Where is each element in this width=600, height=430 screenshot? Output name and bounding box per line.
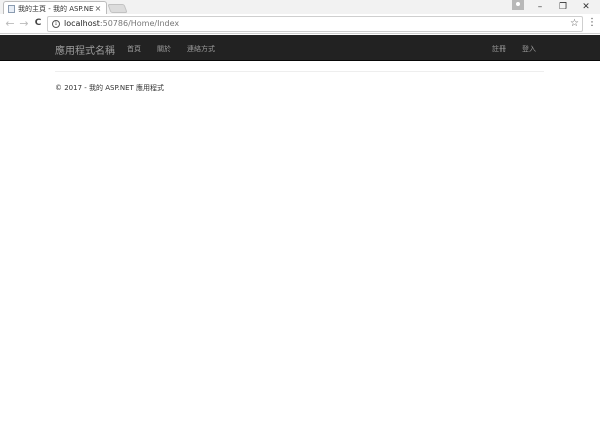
tab-title: 我的主頁 - 我的 ASP.NET [18,4,94,13]
browser-tab[interactable]: 我的主頁 - 我的 ASP.NET × [3,1,107,15]
url-text[interactable]: localhost:50786/Home/Index [64,18,179,30]
address-bar[interactable]: i localhost:50786/Home/Index ☆ [47,16,583,32]
new-tab-button[interactable] [107,4,128,13]
bookmark-star-icon[interactable]: ☆ [570,18,579,29]
footer-divider [55,71,544,72]
forward-button[interactable]: → [18,17,30,30]
browser-menu-icon[interactable]: ⋮ [587,17,597,29]
url-host: localhost [64,19,100,28]
url-path: :50786/Home/Index [99,19,180,28]
nav-link-login[interactable]: 登入 [522,44,536,54]
browser-toolbar: ← → C i localhost:50786/Home/Index ☆ ⋮ [0,14,600,34]
tab-close-icon[interactable]: × [94,4,102,13]
reload-button[interactable]: C [32,17,44,30]
back-button[interactable]: ← [4,17,16,30]
site-navbar: 應用程式名稱 首頁 關於 連絡方式 註冊 登入 [0,35,600,61]
nav-link-contact[interactable]: 連絡方式 [187,44,215,54]
nav-link-home[interactable]: 首頁 [127,44,141,54]
navbar-brand[interactable]: 應用程式名稱 [55,42,115,57]
site-info-icon[interactable]: i [52,20,60,28]
window-close-button[interactable]: ✕ [575,0,597,13]
profile-icon[interactable] [512,0,524,10]
page-favicon-icon [8,4,15,13]
minimize-button[interactable]: – [529,0,551,13]
browser-titlebar: 我的主頁 - 我的 ASP.NET × – ❐ ✕ [0,0,600,15]
restore-button[interactable]: ❐ [552,0,574,13]
nav-link-about[interactable]: 關於 [157,44,171,54]
footer-text: © 2017 - 我的 ASP.NET 應用程式 [55,84,164,92]
nav-link-register[interactable]: 註冊 [492,44,506,54]
